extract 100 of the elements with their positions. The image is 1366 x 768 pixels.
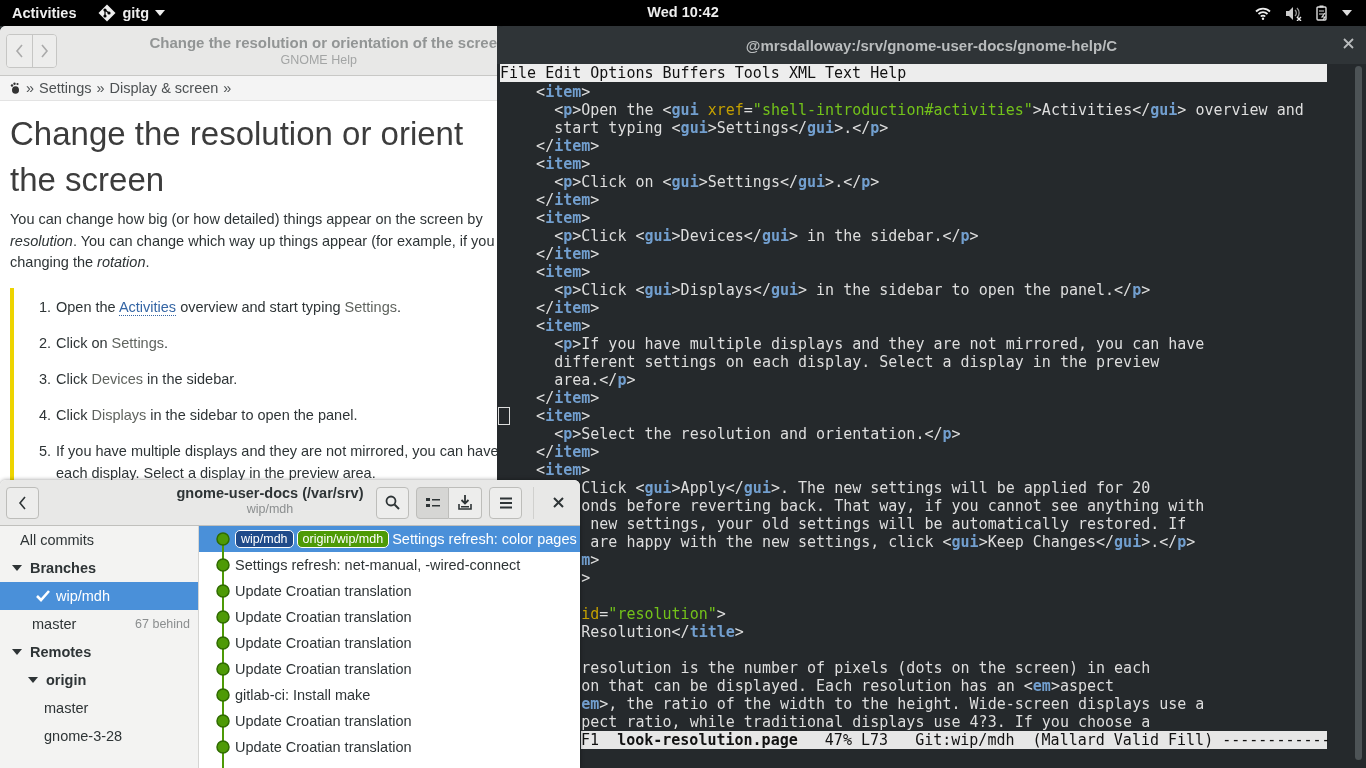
sidebar-item[interactable]: All commits bbox=[0, 526, 198, 554]
commit-row[interactable]: Update Croatian translation bbox=[199, 578, 580, 604]
search-icon bbox=[385, 495, 400, 510]
breadcrumb-item[interactable]: Settings bbox=[39, 80, 92, 96]
app-menu[interactable]: gitg bbox=[98, 4, 166, 22]
wifi-icon[interactable] bbox=[1255, 6, 1271, 20]
sidebar-item[interactable]: master 67 behind bbox=[0, 610, 198, 638]
scrollbar[interactable] bbox=[1355, 66, 1362, 760]
behind-count: 67 behind bbox=[135, 617, 190, 631]
expander-icon[interactable] bbox=[12, 565, 22, 571]
commit-message: Update Croatian translation bbox=[235, 739, 412, 755]
menu-item[interactable]: XML bbox=[788, 64, 816, 82]
back-button[interactable] bbox=[6, 486, 39, 519]
step-text: If you have multiple displays and they are not mirrored, you can have each display. Select a display in the preview area. bbox=[56, 441, 497, 483]
battery-charging-icon[interactable] bbox=[1316, 5, 1328, 21]
code-line: onds before reverting back. That way, if you cannot see anything with bbox=[581, 497, 1205, 515]
commit-row[interactable]: Update Croatian translation bbox=[199, 734, 580, 760]
tree-group[interactable]: origin bbox=[0, 666, 198, 694]
breadcrumb-item[interactable]: » bbox=[96, 80, 105, 96]
commit-row[interactable]: gitlab-ci: Install make bbox=[199, 682, 580, 708]
step-text: Click Devices in the sidebar. bbox=[56, 369, 238, 389]
list-view-button[interactable] bbox=[416, 486, 449, 519]
code-line: <item> bbox=[536, 407, 591, 425]
volume-muted-icon[interactable] bbox=[1285, 5, 1302, 21]
commit-row[interactable]: Update Croatian translation bbox=[199, 630, 580, 656]
code-line: <p>If you have multiple displays and they are not mirrored, you can have bbox=[554, 335, 1205, 353]
code-line: new settings, your old settings will be automatically restored. If bbox=[590, 515, 1187, 533]
menu-item[interactable]: Options bbox=[590, 64, 654, 82]
step-number: 4. bbox=[37, 405, 52, 425]
chevron-left-icon bbox=[14, 43, 24, 58]
tree-group[interactable]: Remotes bbox=[0, 638, 198, 666]
menu-item[interactable]: Buffers bbox=[662, 64, 726, 82]
download-button[interactable] bbox=[449, 486, 482, 519]
step-text: Click on Settings. bbox=[56, 333, 169, 353]
menu-item[interactable]: Edit bbox=[545, 64, 582, 82]
code-line: <item> bbox=[536, 155, 591, 173]
breadcrumb-item[interactable]: Display & screen bbox=[109, 80, 219, 96]
tree-group[interactable]: Branches bbox=[0, 554, 198, 582]
commit-row[interactable]: Update Croatian translation bbox=[199, 604, 580, 630]
clock[interactable]: Wed 10:42 bbox=[647, 4, 719, 20]
code-line: m> bbox=[581, 551, 600, 569]
commit-message: Settings refresh: color pages bbox=[392, 531, 577, 547]
code-line: <item> bbox=[536, 263, 591, 281]
code-line: <p>Select the resolution and orientation.</p> bbox=[554, 425, 961, 443]
breadcrumb-item[interactable]: » bbox=[26, 80, 35, 96]
search-button[interactable] bbox=[376, 486, 409, 519]
commit-message: Update Croatian translation bbox=[235, 635, 412, 651]
foot-icon[interactable] bbox=[9, 82, 21, 94]
chevron-left-icon bbox=[18, 495, 27, 510]
code-line: <p>Open the <gui xref="shell-introduction#activities">Activities</gui> overview and bbox=[554, 101, 1304, 119]
code-line: on that can be displayed. Each resolution has an <em>aspect bbox=[581, 677, 1115, 695]
branch-tag: wip/mdh bbox=[235, 530, 294, 548]
menu-item[interactable]: Tools bbox=[734, 64, 780, 82]
code-line: <p>Click on <gui>Settings</gui>.</p> bbox=[554, 173, 880, 191]
code-line: </item> bbox=[536, 389, 600, 407]
commit-row[interactable]: wip/mdh origin/wip/mdh Settings refresh: color pages bbox=[199, 526, 580, 552]
expander-icon[interactable] bbox=[12, 649, 22, 655]
commit-message: Update Croatian translation bbox=[235, 661, 412, 677]
step-text: Open the Activities overview and start typing Settings. bbox=[56, 297, 401, 318]
code-line: <item> bbox=[536, 461, 591, 479]
code-line: pect ratio, while traditional displays use 4?3. If you choose a bbox=[581, 713, 1151, 731]
commit-row[interactable]: Update Croatian translation bbox=[199, 656, 580, 682]
intro-paragraph: You can change how big (or how detailed) things appear on the screen by resolution. You can change which way up things appear (for example, if you changing the rotation. bbox=[10, 210, 496, 272]
page-heading: Change the resolution or orient the screen bbox=[10, 114, 465, 200]
menu-item[interactable]: Help bbox=[870, 64, 907, 82]
code-line: are happy with the new settings, click <gui>Keep Changes</gui>.</p> bbox=[590, 533, 1196, 551]
code-line: </item> bbox=[536, 443, 600, 461]
list-icon bbox=[425, 496, 440, 509]
link[interactable]: Activities bbox=[118, 298, 177, 316]
step-number: 2. bbox=[37, 333, 52, 353]
chevron-right-icon bbox=[40, 43, 49, 58]
close-icon[interactable] bbox=[1343, 38, 1354, 49]
code-line: <p>Click <gui>Devices</gui> in the sidebar.</p> bbox=[554, 227, 979, 245]
code-line: > bbox=[581, 569, 591, 587]
step-number: 5. bbox=[37, 441, 52, 461]
commit-message: Update Croatian translation bbox=[235, 583, 412, 599]
close-icon[interactable] bbox=[553, 497, 564, 508]
activities-button[interactable]: Activities bbox=[12, 5, 77, 21]
breadcrumb-item[interactable]: » bbox=[223, 80, 232, 96]
caret-icon[interactable] bbox=[1342, 10, 1352, 16]
code-line: </item> bbox=[536, 191, 600, 209]
menu-item[interactable]: File bbox=[500, 64, 537, 82]
code-line: Resolution</title> bbox=[581, 623, 744, 641]
commit-message: Update Croatian translation bbox=[235, 713, 412, 729]
window-title: gnome-user-docs (/var/srv) bbox=[176, 485, 364, 501]
branch-tag: origin/wip/mdh bbox=[296, 530, 390, 548]
window-title: Change the resolution or orientation of the scree bbox=[149, 34, 497, 51]
expander-icon[interactable] bbox=[28, 677, 38, 683]
code-line: different settings on each display. Select a display in the preview bbox=[554, 353, 1160, 371]
code-line: </item> bbox=[536, 137, 600, 155]
code-line: </item> bbox=[536, 299, 600, 317]
menu-item[interactable]: Text bbox=[825, 64, 862, 82]
commit-row[interactable]: Update Croatian translation bbox=[199, 708, 580, 734]
sidebar-item[interactable]: master bbox=[0, 694, 198, 722]
sidebar-item[interactable]: gnome-3-28 bbox=[0, 722, 198, 750]
menu-button[interactable] bbox=[489, 486, 522, 519]
step-text: Click Displays in the sidebar to open the panel. bbox=[56, 405, 358, 425]
step-number: 1. bbox=[37, 297, 52, 317]
code-line: <item> bbox=[536, 83, 591, 101]
commit-row[interactable]: Settings refresh: net-manual, -wired-connect bbox=[199, 552, 580, 578]
